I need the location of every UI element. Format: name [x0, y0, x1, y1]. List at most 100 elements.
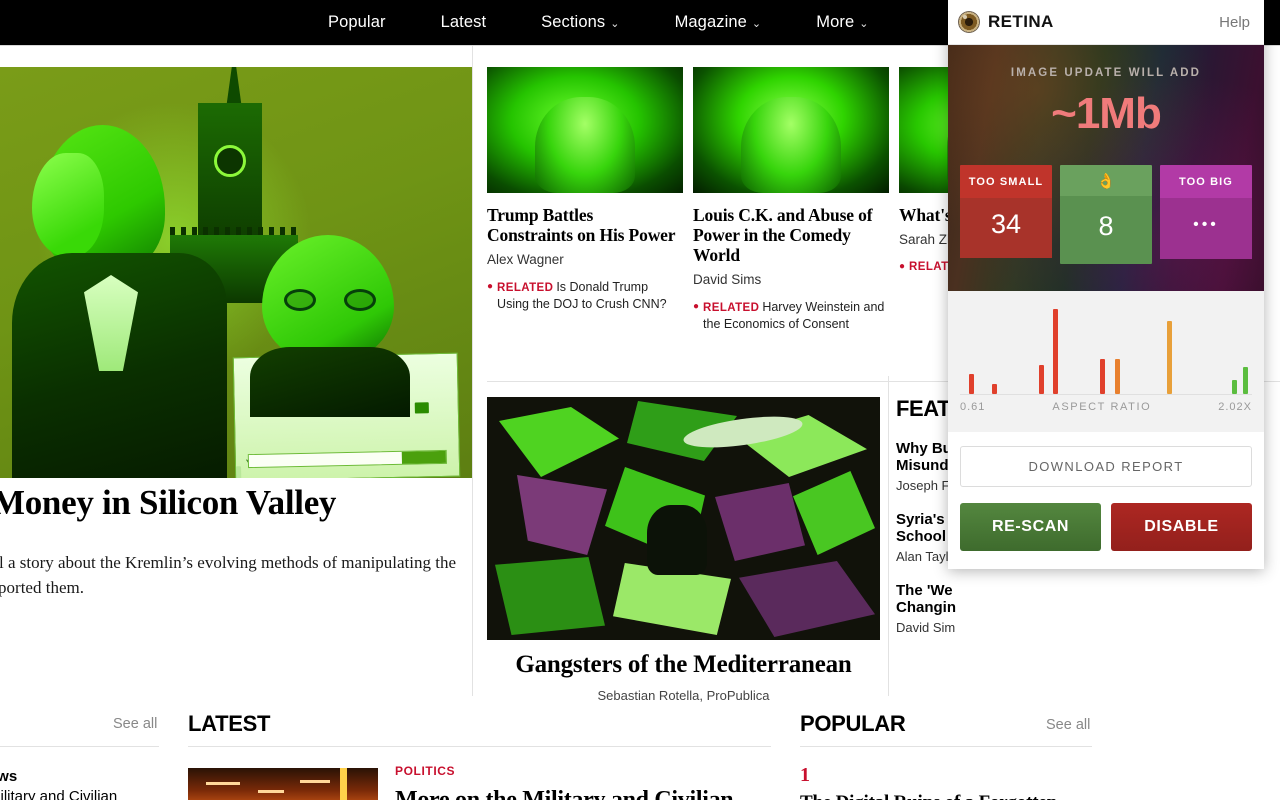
latest-heading: LATEST	[188, 711, 271, 736]
popular-heading: POPULAR	[800, 711, 906, 736]
related-link[interactable]: ● RELATED Is Donald Trump Using the DOJ t…	[487, 279, 683, 312]
latest-title[interactable]: More on the Military and Civilian	[395, 786, 771, 800]
nav-label: Popular	[328, 13, 386, 31]
related-link[interactable]: ● RELATED Harvey Weinstein and the Econom…	[693, 299, 889, 332]
stat-card-ok[interactable]: 👌 8	[1060, 165, 1152, 264]
bullet-icon: ●	[899, 261, 906, 272]
help-link[interactable]: Help	[1219, 14, 1250, 31]
latest-thumbnail[interactable]	[188, 768, 378, 800]
nav-label: Magazine	[674, 13, 747, 31]
popular-title[interactable]: The Digital Ruins of a Forgotten	[800, 791, 1092, 800]
eye-icon	[958, 11, 980, 33]
latest-divider	[188, 746, 771, 747]
left-stub-subtitle: Military and Civilian	[0, 788, 118, 800]
stat-card-too-big[interactable]: TOO BIG •••	[1160, 165, 1252, 264]
screen: Popular Latest Sections ⌄ Magazine ⌄ Mor…	[0, 0, 1280, 800]
latest-story[interactable]: POLITICS More on the Military and Civili…	[395, 764, 771, 800]
related-label: RELAT	[909, 261, 949, 273]
summary-size-value: ~1Mb	[1051, 89, 1162, 138]
stat-cards: TOO SMALL 34 👌 8 TOO BIG •••	[948, 165, 1264, 264]
chevron-down-icon: ⌄	[859, 18, 869, 30]
left-stub-story[interactable]: ows Military and Civilian	[0, 768, 158, 800]
feature-image[interactable]	[487, 397, 880, 640]
disable-button[interactable]: DISABLE	[1111, 503, 1252, 551]
nav-items: Popular Latest Sections ⌄ Magazine ⌄ Mor…	[328, 13, 924, 32]
column-divider	[472, 46, 473, 696]
nav-item-sections[interactable]: Sections ⌄	[541, 13, 619, 32]
story-card[interactable]: Louis C.K. and Abuse of Power in the Com…	[693, 67, 889, 332]
chart-plot-area	[960, 305, 1252, 395]
stat-card-too-small[interactable]: TOO SMALL 34	[960, 165, 1052, 264]
stat-card-value: 8	[1060, 196, 1152, 264]
chart-axis-label: ASPECT RATIO	[1052, 401, 1152, 413]
hero-headline[interactable]: Money in Silicon Valley	[0, 483, 462, 523]
nav-item-magazine[interactable]: Magazine ⌄	[675, 13, 762, 32]
chart-axis-min: 0.61	[960, 401, 986, 413]
story-author: Alex Wagner	[487, 252, 564, 267]
left-section-divider	[0, 746, 159, 747]
extension-actions: DOWNLOAD REPORT RE-SCAN DISABLE	[948, 432, 1264, 569]
story-thumbnail[interactable]	[487, 67, 683, 193]
bullet-icon: ●	[693, 301, 700, 312]
hero-image[interactable]: Yandex	[0, 67, 472, 478]
extension-summary: IMAGE UPDATE WILL ADD ~1Mb TOO SMALL 34 …	[948, 45, 1264, 291]
popular-rank: 1	[800, 764, 810, 786]
hero-artwork: Yandex	[0, 67, 472, 478]
story-thumbnail[interactable]	[693, 67, 889, 193]
download-report-button[interactable]: DOWNLOAD REPORT	[960, 446, 1252, 487]
stat-card-value: •••	[1160, 198, 1252, 259]
rescan-button[interactable]: RE-SCAN	[960, 503, 1101, 551]
stat-card-caption: TOO BIG	[1160, 165, 1252, 198]
story-card[interactable]: Trump Battles Constraints on His Power A…	[487, 67, 683, 312]
chart-axis: 0.61 ASPECT RATIO 2.02X	[960, 401, 1252, 413]
ok-hand-icon: 👌	[1060, 165, 1152, 196]
related-label: RELATED	[703, 302, 760, 314]
chevron-down-icon: ⌄	[751, 18, 762, 30]
features-item-title-line2: Changin	[896, 599, 956, 616]
aspect-ratio-chart[interactable]: 0.61 ASPECT RATIO 2.02X	[948, 291, 1264, 432]
extension-header: RETINA Help	[948, 0, 1264, 45]
primary-action-row: RE-SCAN DISABLE	[960, 503, 1252, 551]
related-label: RELATED	[497, 282, 554, 294]
chart-bar	[1243, 367, 1249, 394]
hero-dek-line-2: exported them.	[0, 578, 84, 597]
nav-item-more[interactable]: More ⌄	[816, 13, 868, 32]
chart-bar	[1038, 364, 1044, 394]
features-item-author: David Sim	[896, 620, 956, 635]
nav-label: Sections	[541, 13, 606, 31]
feature-byline: Sebastian Rotella, ProPublica	[597, 688, 770, 703]
chart-bar	[1114, 359, 1120, 394]
chart-bar	[968, 373, 974, 394]
column-divider-right	[888, 376, 889, 696]
portrait-figure-left	[12, 125, 227, 478]
chart-bar	[1100, 359, 1106, 394]
extension-brand: RETINA	[988, 12, 1054, 31]
features-item[interactable]: The 'We Changin David Sim	[896, 582, 1086, 635]
chevron-down-icon: ⌄	[610, 18, 620, 30]
stat-card-caption: TOO SMALL	[960, 165, 1052, 198]
features-item-title-line1: The 'We	[896, 582, 953, 599]
latest-kicker[interactable]: POLITICS	[395, 764, 771, 778]
nav-label: More	[816, 13, 855, 31]
popular-story[interactable]: 1 The Digital Ruins of a Forgotten	[800, 764, 1092, 800]
hero-dek: tell a story about the Kremlin’s evolvin…	[0, 550, 464, 600]
portrait-figure-right	[250, 235, 410, 417]
left-stub-title: ows	[0, 768, 18, 785]
popular-divider	[800, 746, 1092, 747]
chart-bar	[1053, 308, 1059, 394]
left-see-all-link[interactable]: See all	[113, 716, 157, 732]
popular-see-all-link[interactable]: See all	[1046, 717, 1090, 733]
nav-item-latest[interactable]: Latest	[441, 13, 487, 32]
chart-bar	[1231, 379, 1237, 394]
feature-caption[interactable]: Gangsters of the Mediterranean	[487, 651, 880, 679]
hero-dek-line-1: tell a story about the Kremlin’s evolvin…	[0, 553, 457, 572]
summary-label: IMAGE UPDATE WILL ADD	[1010, 67, 1202, 79]
story-author: David Sims	[693, 272, 762, 287]
chart-axis-max: 2.02X	[1218, 401, 1252, 413]
retina-extension-panel: RETINA Help IMAGE UPDATE WILL ADD ~1Mb T…	[948, 0, 1264, 569]
nav-label: Latest	[440, 13, 487, 31]
story-title[interactable]: Trump Battles Constraints on His Power	[487, 205, 683, 245]
chart-bar	[1167, 321, 1173, 394]
story-title[interactable]: Louis C.K. and Abuse of Power in the Com…	[693, 205, 889, 265]
nav-item-popular[interactable]: Popular	[328, 13, 386, 32]
